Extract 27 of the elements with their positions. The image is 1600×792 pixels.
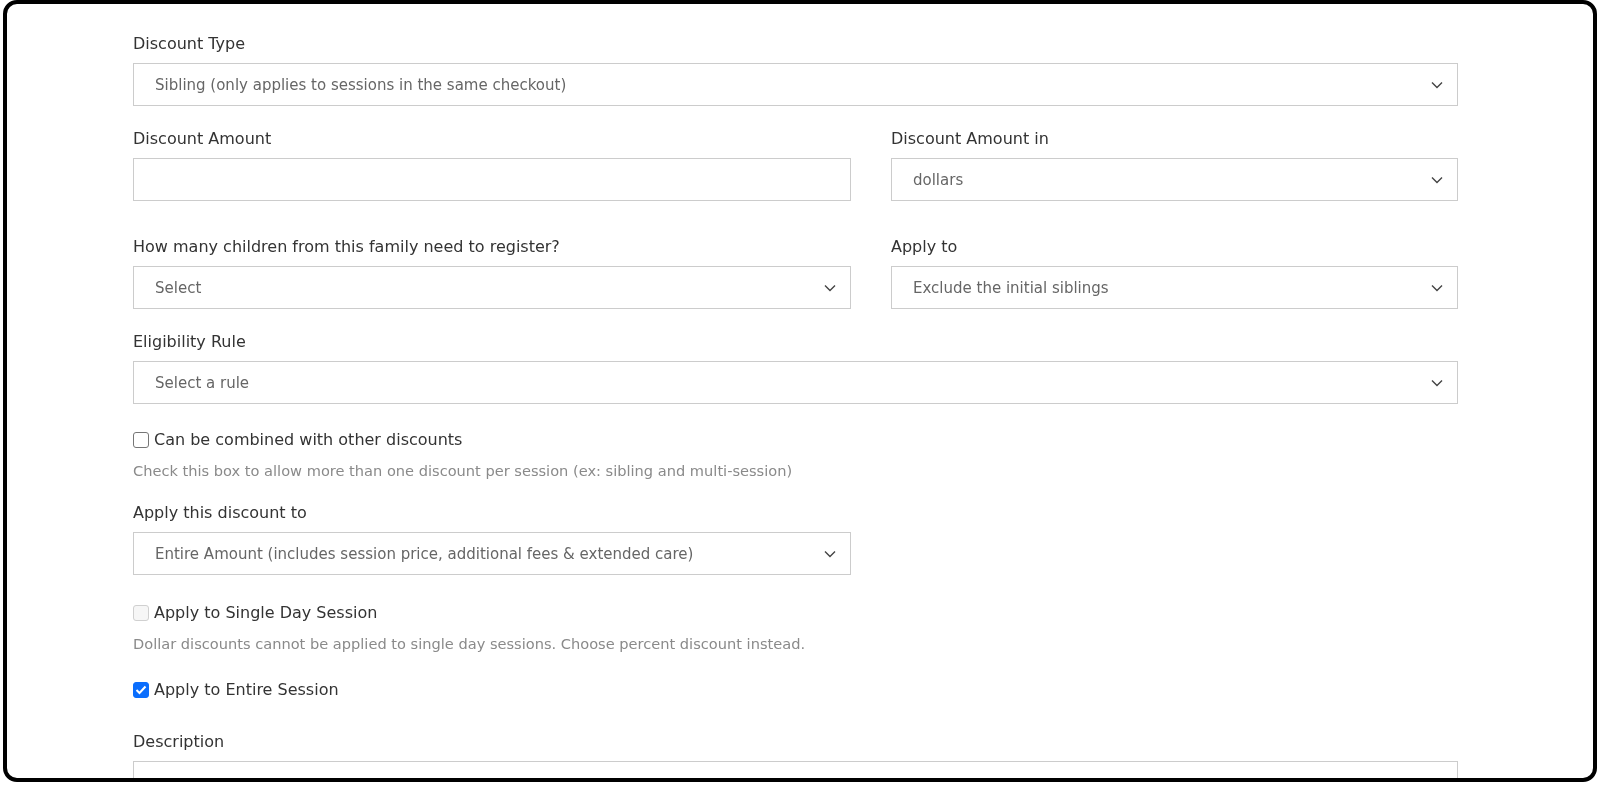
field-label: Apply to [891,237,958,257]
chevron-down-icon [1431,175,1443,184]
checkbox[interactable] [133,682,149,698]
field-label: Discount Amount in [891,129,1049,149]
help-text: Dollar discounts cannot be applied to single day sessions. Choose percent discount instead. [133,635,806,653]
chevron-down-icon [824,283,836,292]
field-label: Apply this discount to [133,503,307,523]
chevron-down-icon [1431,80,1443,89]
dropdown[interactable]: Select [133,266,851,309]
field-label: Description [133,732,225,752]
field-label: How many children from this family need to register? [133,237,560,257]
checkbox-label[interactable]: Apply to Entire Session [154,680,339,700]
checkbox[interactable] [133,432,149,448]
checkbox-label[interactable]: Can be combined with other discounts [154,430,463,450]
chevron-down-icon [1431,283,1443,292]
dropdown[interactable]: dollars [891,158,1458,201]
field-label: Discount Amount [133,129,272,149]
chevron-down-icon [1431,378,1443,387]
chevron-down-icon [824,549,836,558]
dropdown[interactable]: Entire Amount (includes session price, additional fees & extended care) [133,532,851,575]
dropdown[interactable]: Sibling (only applies to sessions in the same checkout) [133,63,1458,106]
field-label: Eligibility Rule [133,332,246,352]
dropdown[interactable]: Select a rule [133,361,1458,404]
dropdown[interactable]: Exclude the initial siblings [891,266,1458,309]
field-label: Discount Type [133,34,246,54]
help-text: Check this box to allow more than one discount per session (ex: sibling and multi-session) [133,462,793,480]
input-field[interactable] [133,158,851,201]
